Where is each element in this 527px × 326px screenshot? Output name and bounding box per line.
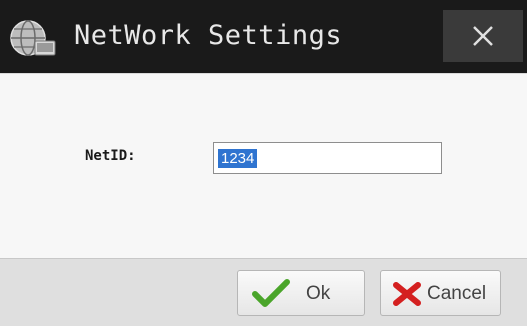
close-button[interactable] bbox=[443, 10, 523, 62]
network-settings-dialog: NetWork Settings NetID: 1234 Ok Cancel bbox=[0, 0, 527, 326]
x-icon bbox=[392, 282, 422, 311]
window-title: NetWork Settings bbox=[74, 20, 343, 51]
checkmark-icon bbox=[251, 279, 291, 312]
netid-input[interactable]: 1234 bbox=[213, 142, 442, 174]
globe-network-icon bbox=[9, 19, 57, 59]
close-icon bbox=[473, 26, 493, 46]
cancel-label: Cancel bbox=[427, 283, 487, 304]
title-bar[interactable]: NetWork Settings bbox=[0, 0, 527, 73]
button-bar: Ok Cancel bbox=[0, 258, 527, 326]
netid-value-selected: 1234 bbox=[218, 149, 258, 168]
netid-label: NetID: bbox=[85, 148, 136, 164]
ok-label: Ok bbox=[306, 283, 331, 304]
cancel-button[interactable]: Cancel bbox=[380, 270, 501, 316]
ok-button[interactable]: Ok bbox=[237, 270, 365, 316]
dialog-body: NetID: 1234 bbox=[0, 73, 527, 259]
